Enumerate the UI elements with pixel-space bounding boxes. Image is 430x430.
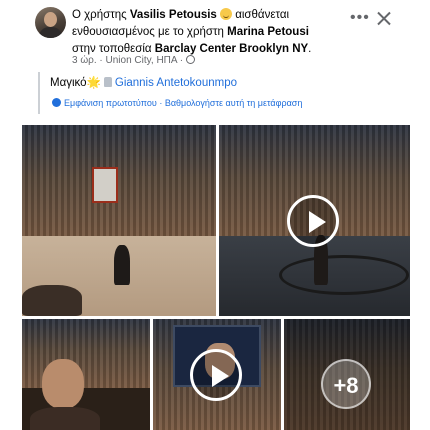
media-item-5[interactable]: +8 [284, 319, 410, 430]
crowd-background [22, 125, 216, 244]
headline-prefix: Ο χρήστης [72, 9, 130, 21]
post-text-body: Μαγικό [50, 77, 87, 89]
media-item-1[interactable] [22, 125, 216, 316]
basketball-hoop [92, 167, 118, 203]
rate-translation-link[interactable]: Βαθμολογήστε αυτή τη μετάφραση [165, 98, 303, 108]
post-meta: 3 ώρ. · Union City, ΗΠΑ · [72, 55, 195, 66]
author-name[interactable]: Vasilis Petousis [130, 9, 217, 21]
post-header: Ο χρήστης Vasilis Petousis αισθάνεται εν… [0, 0, 430, 72]
selfie-body [30, 407, 100, 430]
sparkle-emoji-icon: 🌟 [86, 77, 101, 89]
close-icon[interactable] [375, 10, 393, 28]
smile-emoji-icon [220, 8, 233, 20]
post-text-block: Μαγικό🌟 Giannis Antetokounmpo Εμφάνιση πρ… [38, 72, 398, 114]
media-item-3[interactable] [22, 319, 150, 430]
at-text: στην τοποθεσία [72, 43, 155, 55]
author-avatar[interactable] [35, 7, 66, 38]
translate-gear-icon [52, 98, 61, 107]
post-text: Μαγικό🌟 Giannis Antetokounmpo [50, 75, 237, 89]
player-figure [114, 245, 130, 285]
see-original-link[interactable]: Εμφάνιση πρωτοτύπου [64, 98, 157, 108]
court-logo [279, 255, 409, 295]
play-video-icon[interactable] [287, 195, 339, 247]
translation-separator: · [156, 98, 165, 108]
more-options-button[interactable]: ••• [350, 10, 369, 26]
avatar-face [44, 12, 57, 27]
post-headline: Ο χρήστης Vasilis Petousis αισθάνεται εν… [72, 7, 322, 58]
tagged-user[interactable]: Marina Petousi [227, 26, 309, 38]
post-time-location[interactable]: 3 ώρ. · Union City, ΗΠΑ · [72, 55, 183, 66]
location-link[interactable]: Barclay Center Brooklyn NY [155, 43, 308, 55]
avatar-body [39, 27, 62, 38]
media-item-2[interactable] [219, 125, 410, 316]
globe-icon [185, 55, 195, 64]
selfie-face [42, 359, 84, 409]
spectator-figure [22, 285, 82, 316]
mention-link[interactable]: Giannis Antetokounmpo [115, 77, 237, 89]
headline-period: . [308, 43, 312, 55]
trophy-icon [103, 77, 112, 87]
more-media-label: +8 [333, 373, 359, 398]
more-media-count[interactable]: +8 [321, 359, 371, 409]
media-item-4[interactable] [153, 319, 281, 430]
translation-bar: Εμφάνιση πρωτοτύπου · Βαθμολογήστε αυτή … [52, 98, 302, 108]
play-video-icon[interactable] [190, 349, 242, 401]
